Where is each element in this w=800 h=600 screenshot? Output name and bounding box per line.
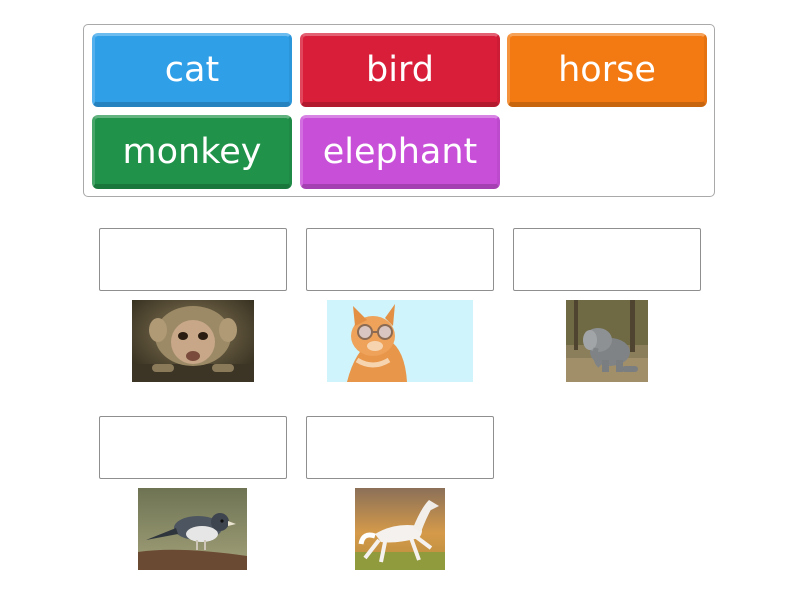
horse-photo [355, 488, 445, 570]
bird-photo [138, 488, 247, 570]
cat-photo [327, 300, 473, 382]
tile-bird[interactable]: bird [300, 33, 500, 107]
tile-cat[interactable]: cat [92, 33, 292, 107]
elephant-photo [566, 300, 648, 382]
word-bank: cat bird horse monkey elephant [83, 24, 715, 197]
drop-box-2[interactable] [306, 228, 494, 291]
drop-box-1[interactable] [99, 228, 287, 291]
tile-horse[interactable]: horse [507, 33, 707, 107]
drop-box-4[interactable] [99, 416, 287, 479]
tile-monkey[interactable]: monkey [92, 115, 292, 189]
drop-box-3[interactable] [513, 228, 701, 291]
tile-elephant[interactable]: elephant [300, 115, 500, 189]
monkey-photo [132, 300, 254, 382]
match-activity: cat bird horse monkey elephant [0, 0, 800, 600]
drop-box-5[interactable] [306, 416, 494, 479]
